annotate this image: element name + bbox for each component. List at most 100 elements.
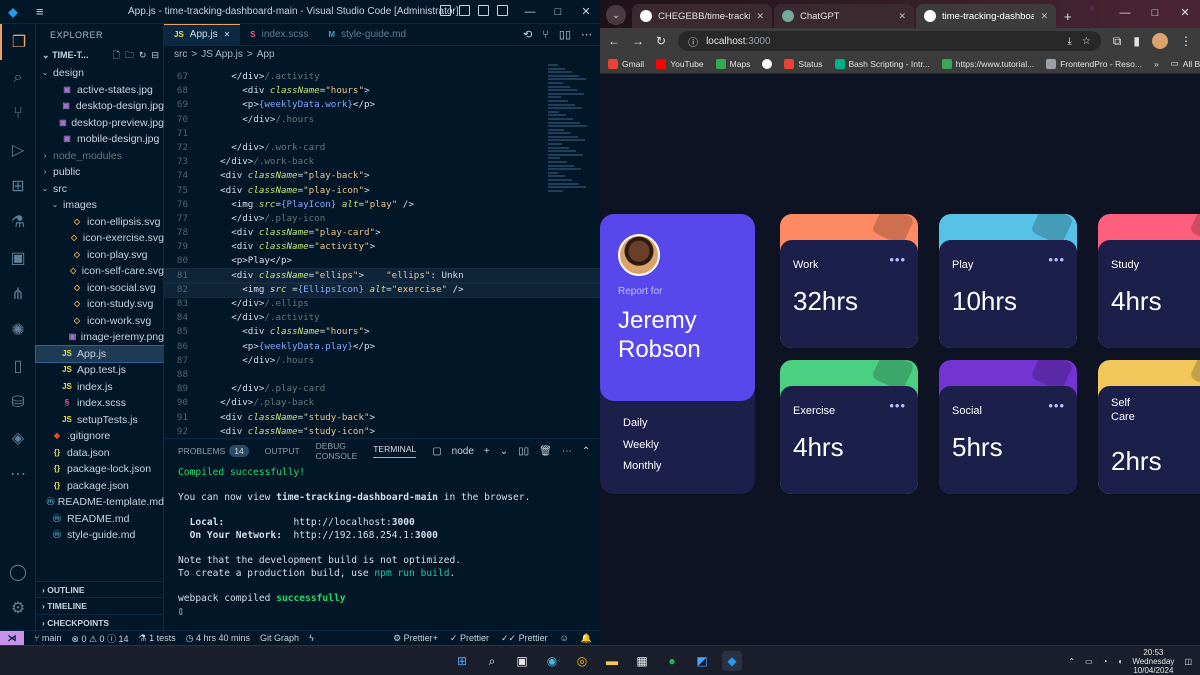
tree-item[interactable]: {} package.json [36,478,164,495]
remote-indicator-icon[interactable]: ⋊ [0,630,24,646]
new-terminal-icon[interactable]: + [484,446,490,457]
git-graph-icon[interactable]: ⋔ [0,276,36,312]
breadcrumb-item[interactable]: JS App.js [201,46,243,64]
terminal-shell-name[interactable]: node [452,446,474,457]
collapse-all-icon[interactable]: ⊟ [151,46,159,64]
source-control-icon[interactable]: ⑂ [0,96,36,132]
prettier-plus-status[interactable]: ⚙ Prettier+ [393,633,438,644]
explorer-icon[interactable]: ❐ [0,24,36,60]
section-timeline[interactable]: › TIMELINE [36,597,164,614]
file-explorer-icon[interactable]: ▬ [602,651,622,671]
maximize-panel-icon[interactable]: ⌃ [582,446,590,457]
tree-item[interactable]: ⓜ README.md [36,511,164,528]
tree-item[interactable]: › node_modules [36,148,164,165]
tree-item[interactable]: ◇ icon-self-care.svg [36,263,164,280]
tree-item[interactable]: ▣ image-jeremy.png [36,329,164,346]
forward-icon[interactable]: → [632,34,644,48]
bookmark-item[interactable] [762,58,773,69]
manage-gear-icon[interactable]: ⚙ [0,590,36,626]
bookmarks-icon[interactable]: ▯ [0,348,36,384]
ellipsis-icon[interactable]: ••• [1048,398,1065,413]
toggle-sidebar-icon[interactable] [440,5,451,16]
tab-search-icon[interactable]: ⌄ [606,5,626,25]
more-actions-icon[interactable]: ⋯ [562,446,572,457]
prettier-status-2[interactable]: ✓✓ Prettier [501,633,548,644]
terminal-shell-icon[interactable]: ▢ [432,446,441,457]
period-monthly[interactable]: Monthly [623,456,662,478]
reload-icon[interactable]: ↻ [656,34,666,48]
chrome-minimize-icon[interactable]: — [1110,0,1140,26]
time-tracker[interactable]: ◷ 4 hrs 40 mins [186,633,250,644]
install-app-icon[interactable]: ⤓ [1067,36,1071,47]
bookmark-item[interactable]: Gmail [608,58,644,69]
chevron-down-icon[interactable]: ⌄ [500,446,508,457]
notification-center-icon[interactable]: ◫ [1184,657,1192,666]
browser-tab[interactable]: CHEGEBB/time-tracking-dashb... ✕ [632,4,772,28]
bookmark-star-icon[interactable]: ☆ [1082,36,1091,47]
panel-tab-problems[interactable]: PROBLEMS 14 [178,445,249,457]
vscode-taskbar-icon[interactable]: ◆ [722,651,742,671]
photos-icon[interactable]: ◩ [692,651,712,671]
tree-item[interactable]: {} package-lock.json [36,461,164,478]
bookmarks-more[interactable]: » [1154,59,1159,69]
account-icon[interactable]: ◯ [0,554,36,590]
toggle-secondary-sidebar-icon[interactable] [478,5,489,16]
ellipsis-icon[interactable]: ••• [889,252,906,267]
tree-item[interactable]: ▣ desktop-preview.jpg [36,115,164,132]
period-daily[interactable]: Daily [623,413,662,435]
tab-index-scss[interactable]: Sindex.scss [240,24,318,45]
address-bar[interactable]: ⓘ localhost:3000 ⤓ ☆ [678,31,1101,51]
tree-item[interactable]: ⌄ design [36,65,164,82]
back-icon[interactable]: ← [608,34,620,48]
menu-icon[interactable]: ≡ [36,4,44,19]
tree-item[interactable]: ⌄ src [36,181,164,198]
media-player-icon[interactable]: ▦ [632,651,652,671]
extensions-puzzle-icon[interactable]: ⧉ [1113,34,1122,49]
browser-tab[interactable]: time-tracking-dashboard-main ✕ [916,4,1056,28]
edge-icon[interactable]: ◉ [542,651,562,671]
breadcrumb-item[interactable]: src [174,46,187,64]
tree-item[interactable]: ◇ icon-social.svg [36,280,164,297]
bookmark-item[interactable]: Maps [715,58,750,69]
close-tab-icon[interactable]: ✕ [756,11,764,22]
ellipsis-icon[interactable]: ••• [1048,252,1065,267]
close-tab-icon[interactable]: ✕ [898,11,906,22]
notifications-icon[interactable]: 🔔 [581,633,592,644]
extensions-icon[interactable]: ⊞ [0,168,36,204]
run-debug-icon[interactable]: ▷ [0,132,36,168]
section-outline[interactable]: › OUTLINE [36,580,164,598]
settings-sync-icon[interactable]: ✺ [0,312,36,348]
code-editor[interactable]: 67 </div>/.activity 68 <div className="ho… [164,70,600,438]
trash-icon[interactable]: 🗑 [539,446,552,457]
tree-item[interactable]: ◇ icon-ellipsis.svg [36,214,164,231]
task-view-icon[interactable]: ▣ [512,651,532,671]
windows-start-icon[interactable]: ⊞ [452,651,472,671]
prettier-status-1[interactable]: ✓ Prettier [450,633,489,644]
database-icon[interactable]: ⛁ [0,384,36,420]
minimize-icon[interactable]: — [516,0,544,24]
refresh-icon[interactable]: ↻ [139,46,147,64]
problems-indicator[interactable]: ⊗ 0 ⚠ 0 ⓘ 14 [71,632,128,645]
tree-item[interactable]: {} data.json [36,445,164,462]
maximize-icon[interactable]: □ [544,0,572,24]
side-panel-icon[interactable]: ▮ [1133,34,1140,48]
taskbar-search-icon[interactable]: ⌕ [482,651,502,671]
testing-icon[interactable]: ⚗ [0,204,36,240]
battery-icon[interactable]: ▭ [1085,657,1093,666]
breadcrumb-item[interactable]: App [257,46,275,64]
new-folder-icon[interactable]: 🗀 [125,46,134,64]
tree-item[interactable]: ▣ active-states.jpg [36,82,164,99]
bookmark-item[interactable]: FrontendPro - Reso... [1046,58,1142,69]
toggle-panel-icon[interactable] [459,5,470,16]
feedback-icon[interactable]: ☺ [560,633,569,644]
close-icon[interactable]: ✕ [572,0,600,24]
panel-tab-output[interactable]: OUTPUT [265,446,300,456]
split-editor-icon[interactable]: ▯▯ [559,28,571,41]
tree-item[interactable]: ◇ icon-work.svg [36,313,164,330]
more-actions-icon[interactable]: ⋯ [581,28,592,41]
bookmark-item[interactable]: Bash Scripting - Intr... [834,58,930,69]
tree-item[interactable]: § index.scss [36,395,164,412]
tab-style-guide-md[interactable]: Mstyle-guide.md [318,24,416,45]
tree-item[interactable]: ⌄ images [36,197,164,214]
spotify-icon[interactable]: ● [662,651,682,671]
